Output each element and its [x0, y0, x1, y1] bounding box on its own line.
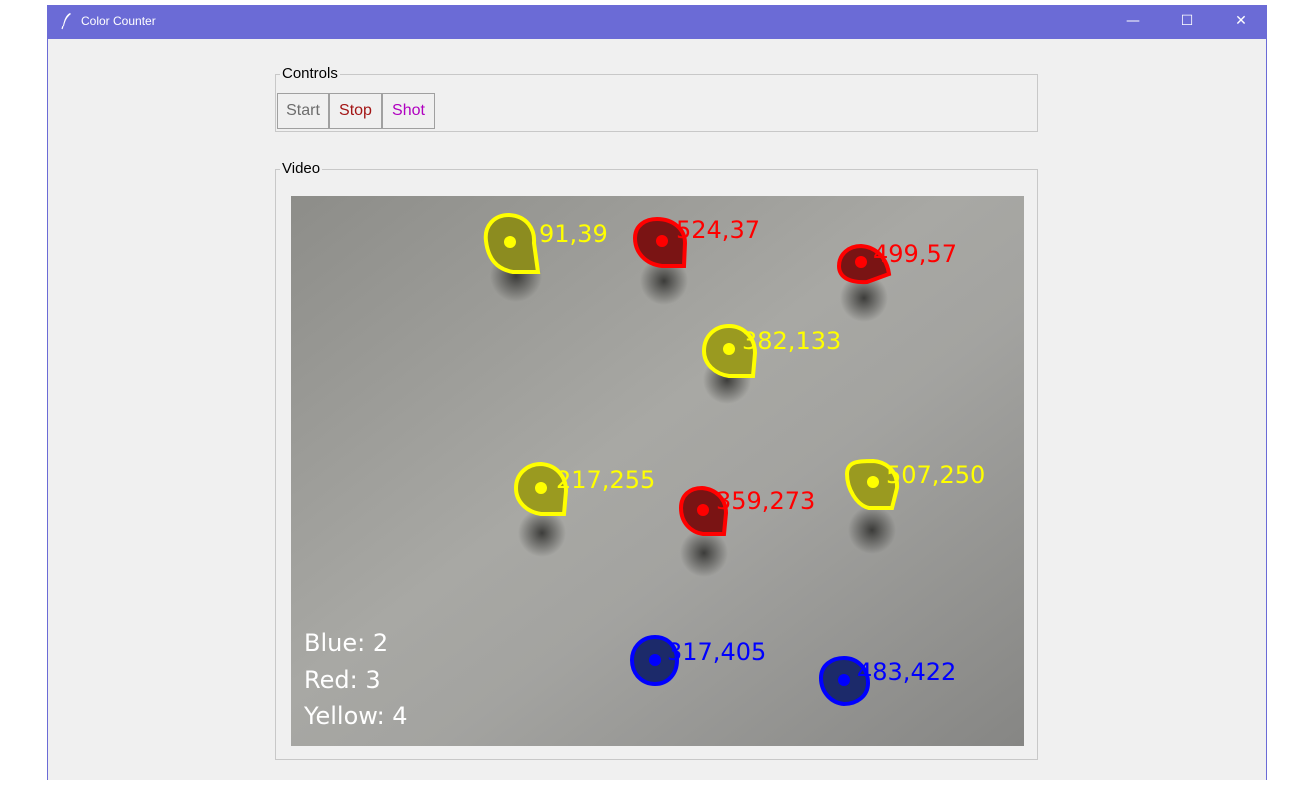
shot-button[interactable]: Shot	[382, 93, 435, 129]
maximize-button[interactable]: ☐	[1164, 5, 1210, 39]
detection-label: 382,133	[742, 327, 841, 355]
controls-group: Controls Start Stop Shot	[275, 66, 1038, 132]
feather-icon	[61, 13, 71, 30]
start-button[interactable]: Start	[277, 93, 329, 129]
camera-view: 91,39 524,37 499,57 382,133 217,255 507,…	[291, 196, 1024, 746]
detection-label: 317,405	[667, 638, 766, 666]
close-button[interactable]: ✕	[1218, 5, 1264, 39]
yellow-count: Yellow: 4	[303, 702, 408, 730]
title-bar[interactable]: Color Counter — ☐ ✕	[48, 5, 1266, 39]
detection-label: 507,250	[886, 461, 985, 489]
red-count: Red: 3	[304, 666, 381, 694]
app-window: Color Counter — ☐ ✕ Controls Start Stop …	[47, 5, 1267, 780]
piece-shadow	[848, 506, 896, 554]
video-frame: 91,39 524,37 499,57 382,133 217,255 507,…	[291, 196, 1024, 746]
detection-label: 483,422	[857, 658, 956, 686]
detection-label: 91,39	[539, 220, 608, 248]
window-title: Color Counter	[81, 14, 156, 28]
piece-shadow	[680, 529, 728, 577]
minimize-button[interactable]: —	[1110, 5, 1156, 39]
detection-label: 499,57	[873, 240, 957, 268]
detection-label: 359,273	[716, 487, 815, 515]
video-group: Video 91,39 524,37 499,57 382,133 217,25…	[275, 161, 1038, 760]
piece-shadow	[518, 509, 566, 557]
video-legend: Video	[280, 160, 323, 177]
stop-button[interactable]: Stop	[329, 93, 382, 129]
blue-count: Blue: 2	[304, 629, 388, 657]
detection-label: 217,255	[556, 466, 655, 494]
detection-label: 524,37	[676, 216, 760, 244]
controls-legend: Controls	[280, 65, 340, 82]
